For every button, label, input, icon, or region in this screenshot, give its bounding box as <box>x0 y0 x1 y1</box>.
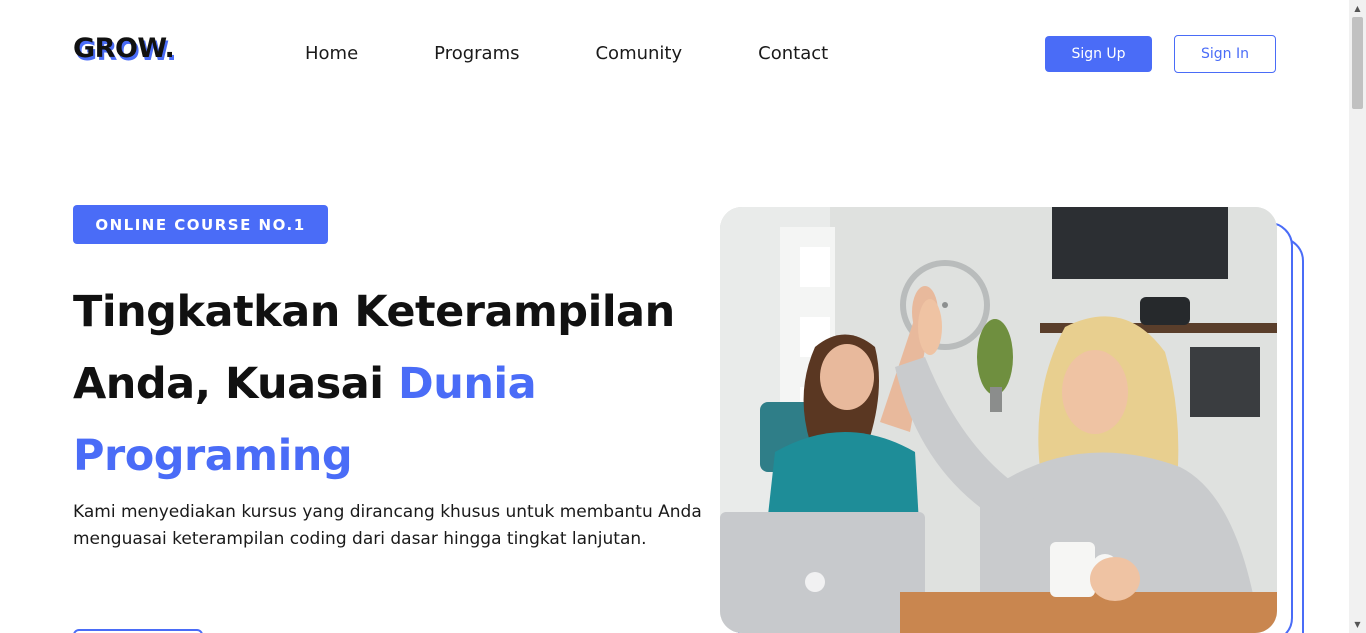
headline-line-2: Anda, Kuasai <box>73 359 399 409</box>
scroll-up-arrow-icon[interactable]: ▲ <box>1349 0 1366 17</box>
brand-logo[interactable]: GROW. <box>73 33 175 64</box>
scrollbar-thumb[interactable] <box>1352 17 1363 109</box>
hero-photo <box>720 207 1277 633</box>
main-nav: Home Programs Comunity Contact <box>305 43 904 64</box>
headline-line-1: Tingkatkan Keterampilan <box>73 287 675 337</box>
sign-in-button[interactable]: Sign In <box>1174 35 1276 73</box>
nav-home-link[interactable]: Home <box>305 43 358 64</box>
sign-up-button[interactable]: Sign Up <box>1045 36 1152 72</box>
headline-accent-programing: Programing <box>73 431 353 481</box>
hero-cta-button[interactable] <box>73 629 203 633</box>
nav-comunity-link[interactable]: Comunity <box>595 43 682 64</box>
hero-description: Kami menyediakan kursus yang dirancang k… <box>73 502 702 549</box>
online-course-badge: ONLINE COURSE NO.1 <box>73 205 328 244</box>
scroll-down-arrow-icon[interactable]: ▼ <box>1349 616 1366 633</box>
nav-programs-link[interactable]: Programs <box>434 43 519 64</box>
photo-two-women-high-five-icon <box>720 207 1277 633</box>
page-scrollbar[interactable]: ▲ ▼ <box>1349 0 1366 633</box>
nav-contact-link[interactable]: Contact <box>758 43 828 64</box>
headline-accent-dunia: Dunia <box>398 359 537 409</box>
hero-headline: Tingkatkan Keterampilan Anda, Kuasai Dun… <box>73 276 733 492</box>
landing-page: GROW. Home Programs Comunity Contact Sig… <box>0 0 1366 633</box>
